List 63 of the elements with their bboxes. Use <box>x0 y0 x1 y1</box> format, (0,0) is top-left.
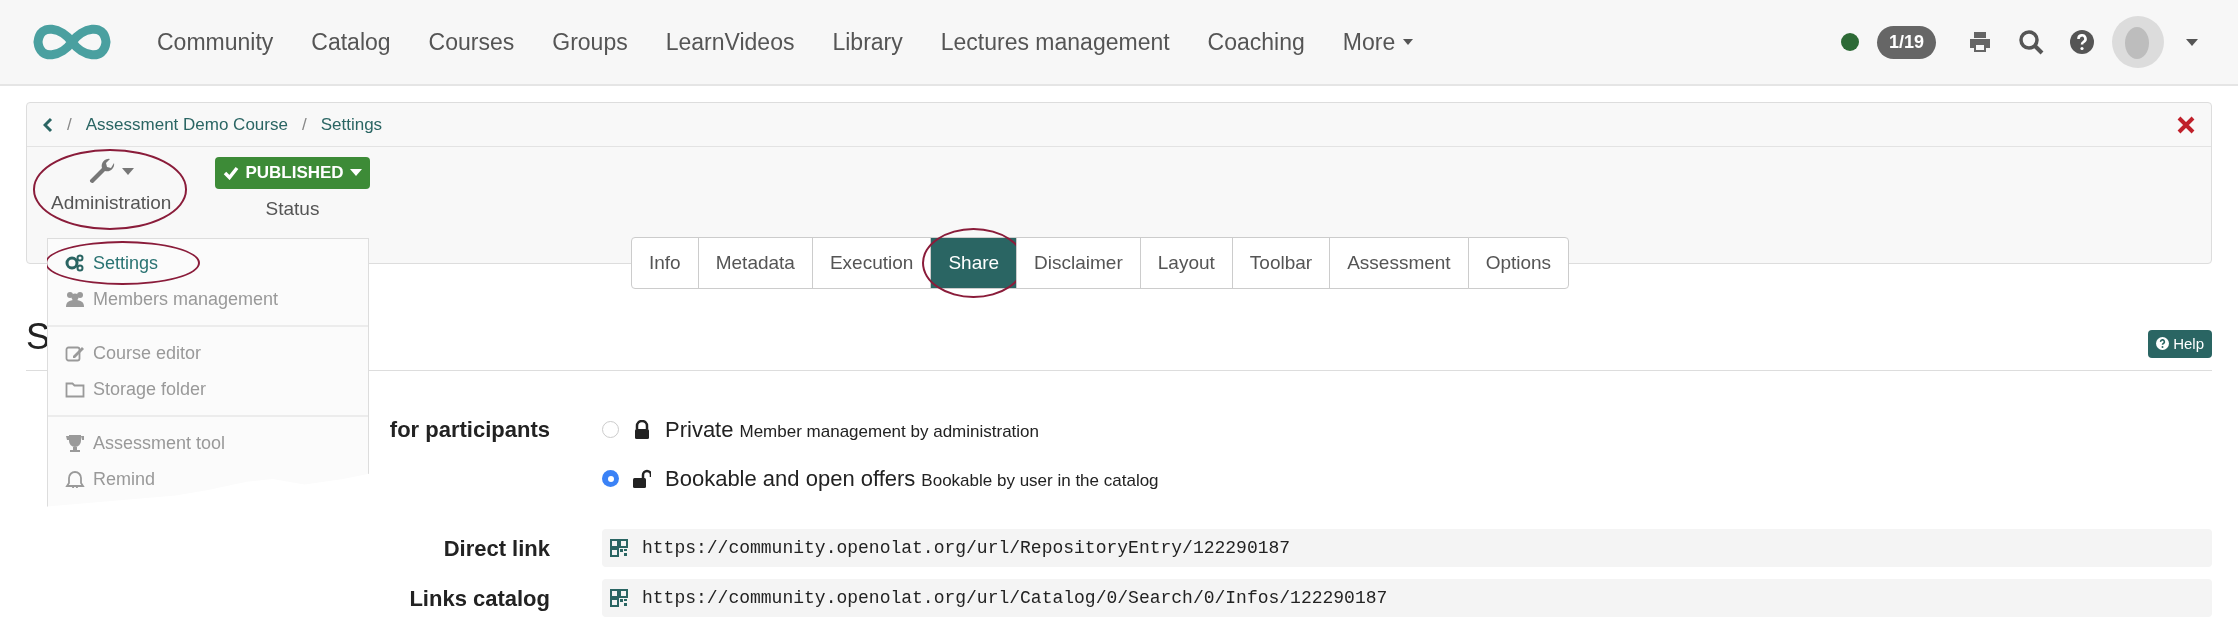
nav-link[interactable]: Lectures management <box>921 24 1189 60</box>
counter-badge[interactable]: 1/19 <box>1876 25 1936 59</box>
nav-link[interactable]: Library <box>813 24 922 60</box>
print-icon <box>1968 31 1992 53</box>
status-button[interactable]: PUBLISHED <box>215 157 370 189</box>
link-url[interactable]: https://community.openolat.org/url/Catalog/0/Search/0/Infos/122290187 <box>642 584 1388 612</box>
field-label: for participants <box>389 417 550 442</box>
caret-icon <box>1403 39 1414 45</box>
field-label: Direct link <box>443 535 550 561</box>
breadcrumb-link[interactable]: Settings <box>320 111 383 138</box>
tab[interactable]: Execution <box>811 237 932 289</box>
help-button[interactable]: Help <box>2148 329 2212 358</box>
radio-button[interactable] <box>602 470 619 487</box>
folder-icon <box>65 380 85 398</box>
trophy-icon <box>65 434 85 452</box>
avatar-icon <box>2112 16 2164 68</box>
tab[interactable]: Metadata <box>697 237 813 289</box>
tab[interactable]: Share <box>930 237 1018 289</box>
field-label: Links catalog <box>409 585 550 611</box>
breadcrumb-separator: / <box>67 113 72 136</box>
unlock-icon <box>633 468 651 489</box>
help-icon <box>2070 30 2094 54</box>
caret-icon <box>122 167 135 175</box>
nav-link[interactable]: LearnVideos <box>646 24 814 60</box>
option-description: Bookable by user in the catalog <box>921 470 1159 492</box>
menu-item[interactable]: Settings <box>48 245 368 281</box>
lock-icon <box>633 419 651 440</box>
nav-link[interactable]: Groups <box>533 24 647 60</box>
wrench-icon <box>88 157 117 185</box>
nav-link[interactable]: Coaching <box>1188 24 1324 60</box>
bell-icon <box>65 470 85 488</box>
tab[interactable]: Layout <box>1139 237 1233 289</box>
back-icon <box>43 116 53 133</box>
caret-icon <box>349 169 362 177</box>
check-icon <box>223 165 240 180</box>
tab[interactable]: Disclaimer <box>1016 237 1141 289</box>
radio-button[interactable] <box>602 421 619 438</box>
nav-link[interactable]: More <box>1323 24 1433 60</box>
breadcrumb-separator: / <box>301 113 307 136</box>
caret-icon <box>2186 38 2198 46</box>
people-icon <box>65 290 85 308</box>
page-heading: S <box>26 315 50 359</box>
tab[interactable]: Info <box>631 237 699 289</box>
close-icon <box>2177 115 2195 134</box>
tab[interactable]: Options <box>1467 237 1570 289</box>
status-label: Status <box>265 196 320 221</box>
option-title: Private <box>665 416 734 444</box>
search-icon <box>2018 29 2044 55</box>
administration-menu-button[interactable]: Administration <box>47 157 176 218</box>
breadcrumb-link[interactable]: Assessment Demo Course <box>85 111 288 138</box>
nav-link[interactable]: Community <box>138 24 293 60</box>
nav-link[interactable]: Courses <box>409 24 534 60</box>
link-url[interactable]: https://community.openolat.org/url/RepositoryEntry/122290187 <box>642 534 1291 562</box>
qr-code-icon <box>610 589 628 607</box>
tab[interactable]: Toolbar <box>1231 237 1331 289</box>
gears-icon <box>65 254 85 272</box>
tab[interactable]: Assessment <box>1329 237 1469 289</box>
option-title: Bookable and open offers <box>665 465 916 493</box>
help-icon <box>2156 337 2170 351</box>
qr-code-icon <box>610 539 628 557</box>
nav-link[interactable]: Catalog <box>292 24 410 60</box>
option-description: Member management by administration <box>739 421 1039 443</box>
edit-icon <box>65 344 85 362</box>
